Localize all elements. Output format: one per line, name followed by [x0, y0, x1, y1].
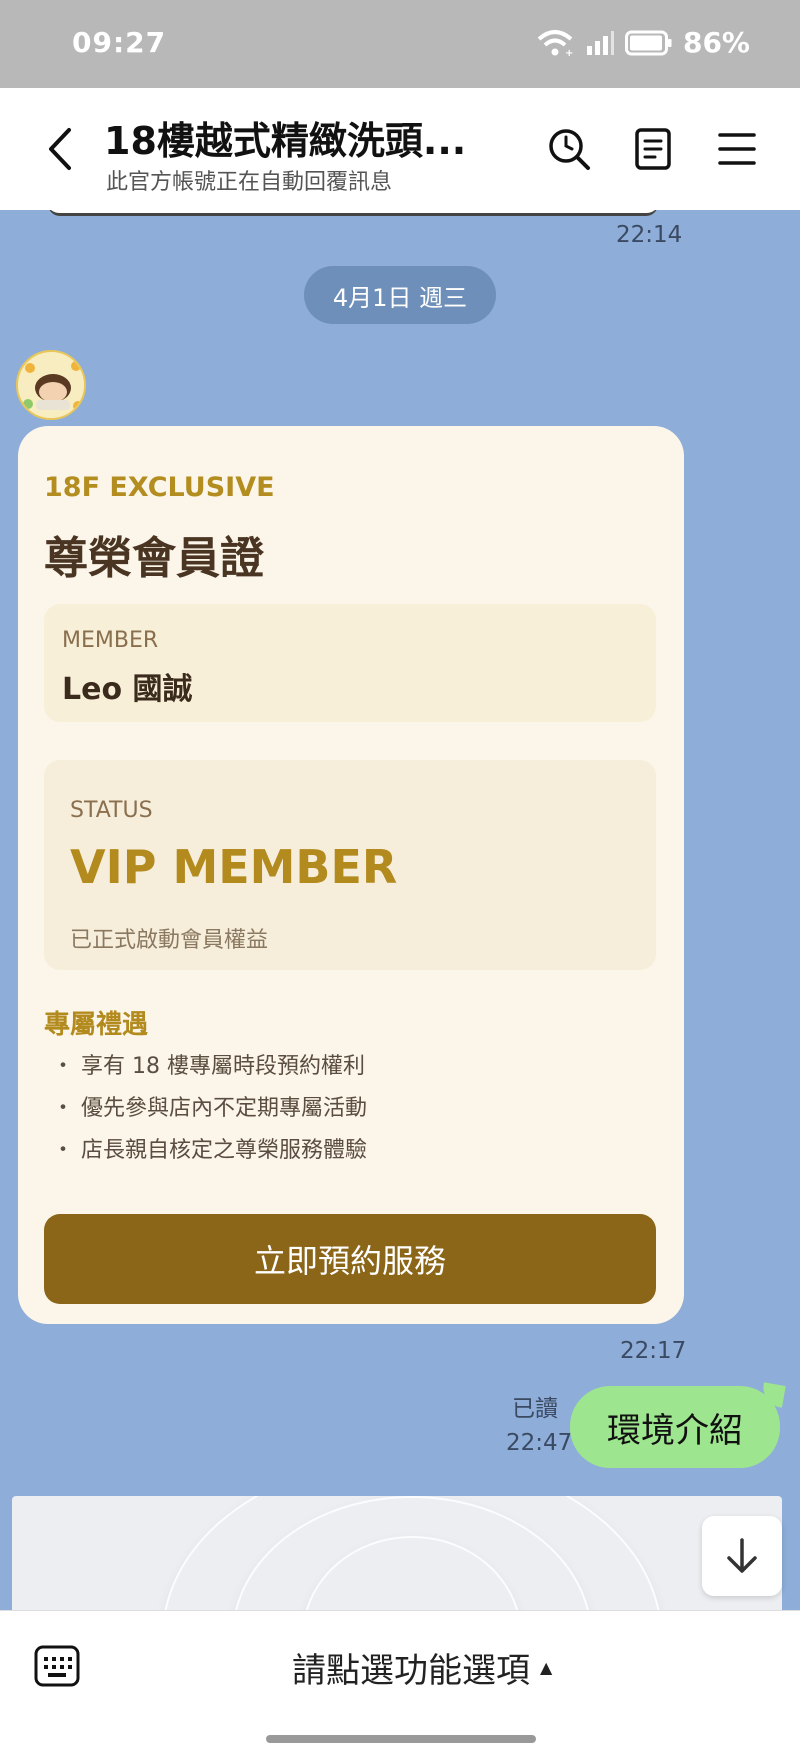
rich-menu-toggle[interactable]: 請點選功能選項 ▲	[292, 1643, 552, 1692]
member-panel: MEMBER Leo 國誠	[44, 604, 656, 722]
outgoing-message[interactable]: 環境介紹	[570, 1386, 780, 1468]
svg-text:+: +	[565, 48, 573, 57]
perk-item: ・ 優先參與店內不定期專屬活動	[52, 1096, 367, 1121]
read-receipt: 已讀 22:47	[506, 1392, 573, 1460]
image-message-preview[interactable]	[12, 1496, 782, 1610]
previous-message-bubble[interactable]	[48, 210, 658, 216]
read-label: 已讀	[512, 1396, 558, 1422]
message-time: 22:17	[620, 1338, 687, 1364]
member-card: 18F EXCLUSIVE 尊榮會員證 MEMBER Leo 國誠 STATUS…	[18, 426, 684, 1324]
card-eyebrow: 18F EXCLUSIVE	[44, 472, 275, 503]
notes-icon	[635, 128, 671, 170]
status-label: STATUS	[70, 798, 153, 823]
scroll-to-bottom-button[interactable]	[702, 1516, 782, 1596]
status-time: 09:27	[72, 26, 167, 59]
avatar[interactable]	[16, 350, 86, 420]
perks-title: 專屬禮遇	[44, 1010, 149, 1040]
chat-area[interactable]: 22:14 4月1日 週三 18F EXCLUSIVE 尊榮會員證 MEMBER…	[0, 210, 800, 1610]
wifi-icon: +	[535, 29, 575, 57]
member-label: MEMBER	[62, 628, 159, 653]
menu-label-text: 請點選功能選項	[292, 1651, 530, 1691]
card-title: 尊榮會員證	[44, 533, 264, 584]
perk-item: ・ 店長親自核定之尊榮服務體驗	[52, 1138, 367, 1163]
keyboard-button[interactable]	[34, 1645, 80, 1687]
signal-icon	[585, 30, 615, 56]
member-name: Leo 國誠	[62, 672, 193, 707]
message-time: 22:14	[616, 222, 683, 248]
menu-icon	[718, 133, 756, 165]
home-indicator[interactable]	[266, 1735, 536, 1743]
status-bar: 09:27 + 86%	[0, 0, 800, 88]
perk-item: ・ 享有 18 樓專屬時段預約權利	[52, 1054, 365, 1079]
book-service-button[interactable]: 立即預約服務	[44, 1214, 656, 1304]
bottom-bar: 請點選功能選項 ▲	[0, 1610, 800, 1759]
chat-title: 18樓越式精緻洗頭...	[104, 119, 467, 163]
back-icon	[49, 128, 71, 170]
battery-percent: 86%	[682, 26, 750, 59]
message-time: 22:47	[506, 1430, 573, 1456]
status-note: 已正式啟動會員權益	[70, 928, 269, 953]
status-right: + 86%	[535, 26, 750, 59]
search-button[interactable]	[546, 126, 592, 172]
search-history-icon	[549, 129, 590, 170]
chat-subtitle: 此官方帳號正在自動回覆訊息	[106, 170, 393, 195]
date-divider: 4月1日 週三	[304, 266, 496, 324]
back-button[interactable]	[40, 124, 80, 174]
chat-header: 18樓越式精緻洗頭... 此官方帳號正在自動回覆訊息	[0, 88, 800, 210]
menu-button[interactable]	[714, 126, 760, 172]
notes-button[interactable]	[630, 126, 676, 172]
keyboard-icon	[34, 1645, 80, 1687]
caret-up-icon: ▲	[540, 1658, 553, 1677]
status-panel: STATUS VIP MEMBER 已正式啟動會員權益	[44, 760, 656, 970]
arrow-down-icon	[727, 1538, 757, 1573]
status-value: VIP MEMBER	[70, 840, 398, 894]
battery-icon	[624, 30, 673, 56]
